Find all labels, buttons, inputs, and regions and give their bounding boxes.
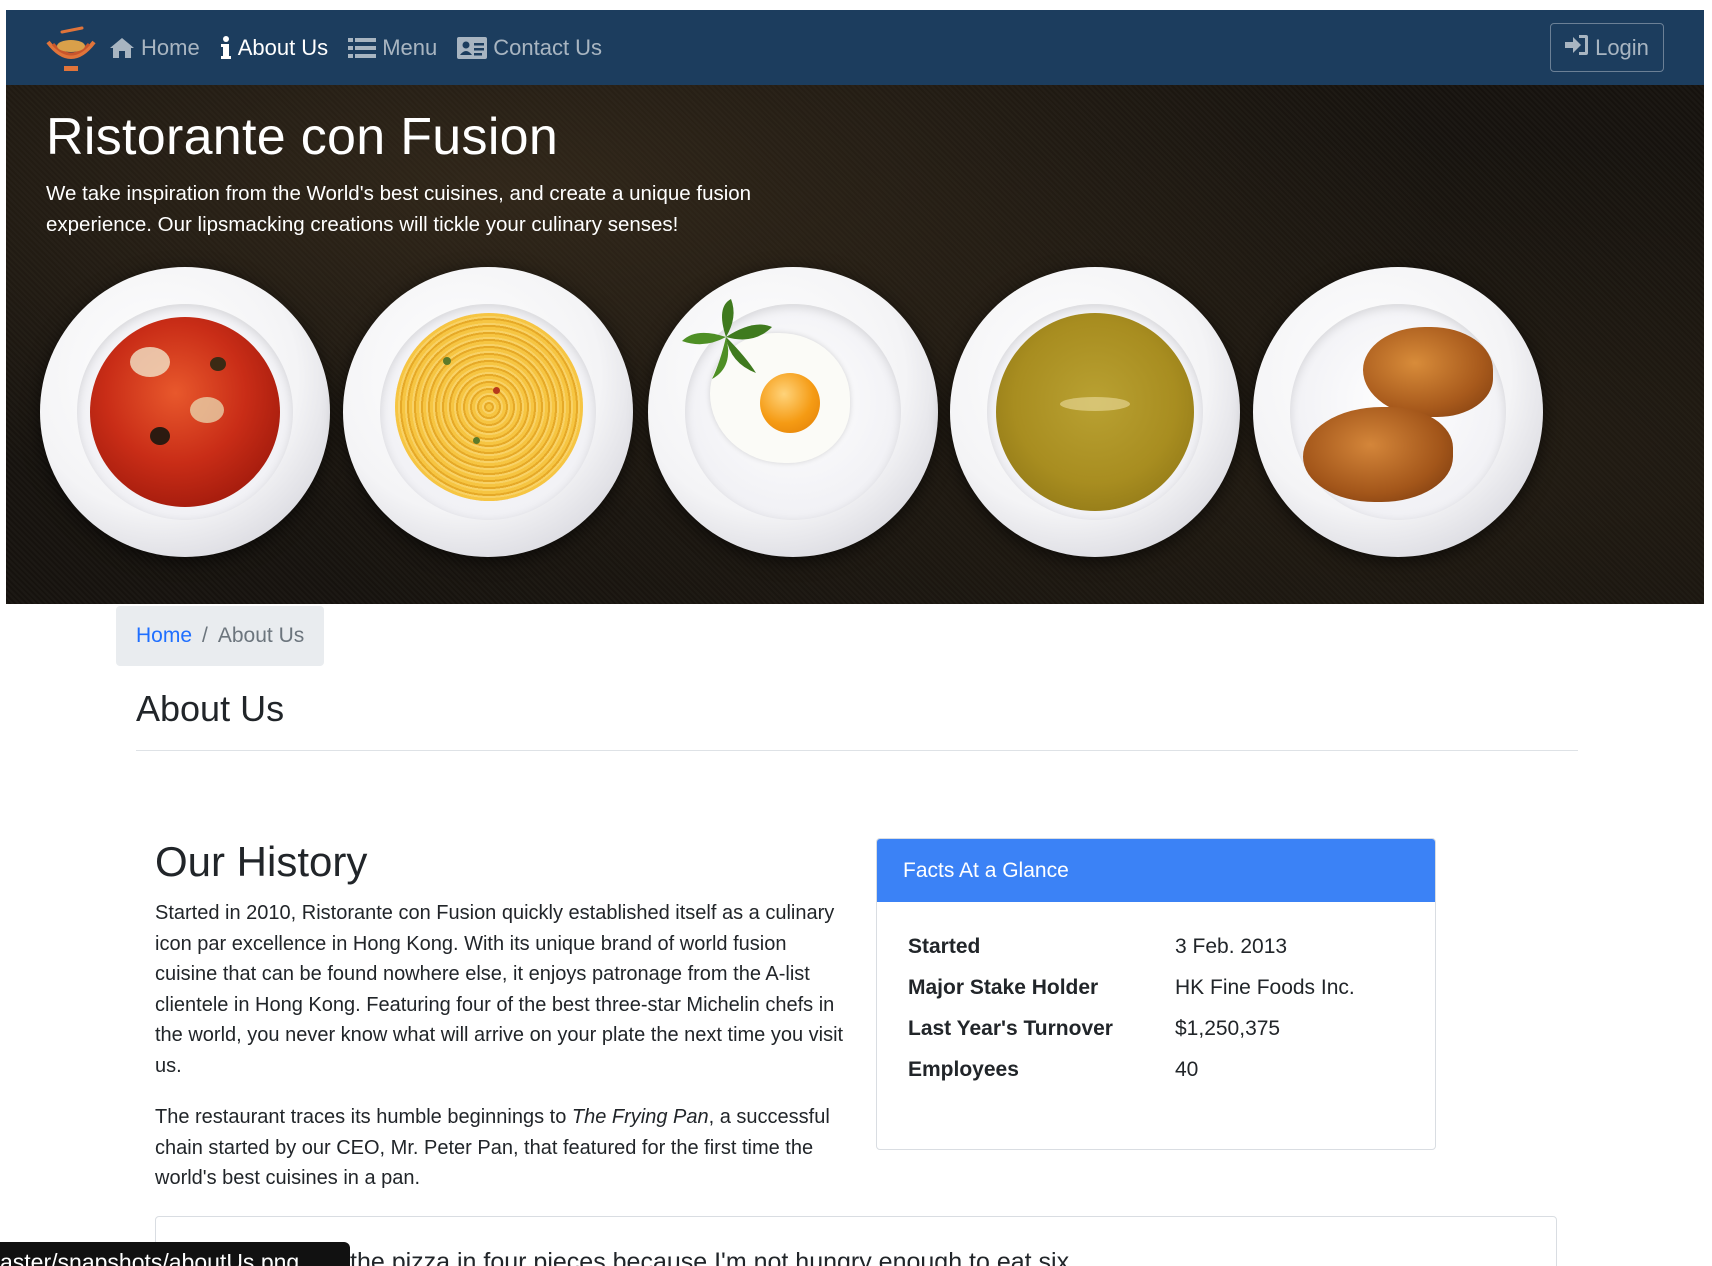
fact-value: 40 [1175, 1058, 1199, 1081]
history-title: Our History [155, 838, 368, 885]
plate-fried-egg-image [648, 267, 938, 557]
plate-spaghetti-image [343, 267, 633, 557]
hero-title: Ristorante con Fusion [46, 108, 559, 166]
nav-item-label: Menu [382, 34, 438, 60]
hero-text: We take inspiration from the World's bes… [46, 182, 752, 236]
fact-value: $1,250,375 [1175, 1017, 1281, 1040]
fact-label: Started [908, 935, 981, 958]
nav-menu: Home About Us Menu Contact Us [109, 10, 602, 85]
history-text: The restaurant traces its humble beginni… [155, 1106, 572, 1128]
fact-row: Major Stake Holder HK Fine Foods Inc. [908, 976, 1355, 1017]
plate-croissants-image [1253, 267, 1543, 557]
home-icon [109, 37, 135, 59]
page-title: About Us [136, 688, 285, 729]
quote-text: the pizza in four pieces because I'm not… [350, 1248, 1077, 1266]
restaurant-logo-icon[interactable] [42, 24, 100, 74]
history-emphasis: The Frying Pan [571, 1106, 709, 1128]
status-url-tooltip: aster/snapshots/aboutUs.png [0, 1242, 350, 1266]
list-icon [348, 37, 377, 59]
nav-item-label: Home [141, 34, 200, 60]
facts-card: Facts At a Glance Started 3 Feb. 2013 Ma… [876, 838, 1436, 1150]
breadcrumb-separator: / [202, 624, 208, 647]
nav-item-home[interactable]: Home [109, 35, 200, 61]
login-button[interactable]: Login [1550, 23, 1664, 72]
hero-banner: Ristorante con Fusion We take inspiratio… [6, 85, 1704, 604]
fact-row: Started 3 Feb. 2013 [908, 935, 1355, 976]
nav-item-menu[interactable]: Menu [348, 35, 437, 61]
navbar: Home About Us Menu Contact Us Login [6, 10, 1704, 85]
plate-tomato-soup-image [40, 267, 330, 557]
nav-item-about-us[interactable]: About Us [220, 34, 329, 61]
fact-row: Employees 40 [908, 1058, 1355, 1099]
history-paragraph: Started in 2010, Ristorante con Fusion q… [155, 902, 844, 1077]
breadcrumb-home-link[interactable]: Home [136, 624, 192, 648]
address-card-icon [457, 36, 488, 59]
fact-value: HK Fine Foods Inc. [1175, 976, 1355, 999]
facts-list: Started 3 Feb. 2013 Major Stake Holder H… [908, 935, 1355, 1099]
facts-card-header: Facts At a Glance [877, 839, 1435, 902]
sign-in-icon [1565, 34, 1589, 62]
login-label: Login [1595, 34, 1649, 60]
plate-pumpkin-soup-image [950, 267, 1240, 557]
history-paragraph: The restaurant traces its humble beginni… [155, 1102, 845, 1194]
fact-label: Employees [908, 1058, 1019, 1081]
fact-row: Last Year's Turnover $1,250,375 [908, 1017, 1355, 1058]
breadcrumb: Home / About Us [116, 606, 324, 666]
nav-item-label: About Us [237, 34, 329, 60]
nav-item-label: Contact Us [493, 34, 603, 60]
title-divider [136, 750, 1578, 751]
nav-item-contact-us[interactable]: Contact Us [457, 35, 602, 61]
info-icon [220, 35, 232, 60]
fact-label: Last Year's Turnover [908, 1017, 1113, 1040]
breadcrumb-current: About Us [217, 624, 305, 647]
fact-label: Major Stake Holder [908, 976, 1099, 999]
fact-value: 3 Feb. 2013 [1175, 935, 1288, 958]
